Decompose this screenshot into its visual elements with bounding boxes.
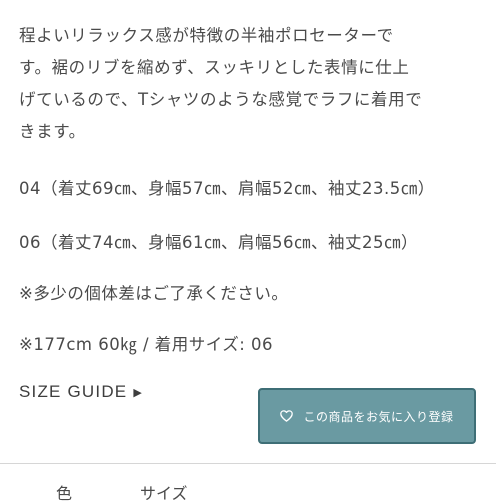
model-info: ※177cm 60㎏ / 着用サイズ: 06 (19, 335, 274, 354)
add-to-favorites-button[interactable]: この商品をお気に入り登録 (258, 388, 476, 444)
description-line: す。裾のリブを縮めず、スッキリとした表情に仕上 (19, 58, 410, 77)
description-line: 程よいリラックス感が特徴の半袖ポロセーターで (19, 26, 394, 45)
size-04-measurements: 04（着丈69㎝、身幅57㎝、肩幅52㎝、袖丈23.5㎝） (19, 179, 435, 198)
play-arrow-icon: ▶ (133, 386, 144, 399)
size-guide-link[interactable]: SIZE GUIDE ▶ (19, 382, 143, 402)
add-to-favorites-label: この商品をお気に入り登録 (303, 409, 454, 424)
product-description: 程よいリラックス感が特徴の半袖ポロセーターで す。裾のリブを縮めず、スッキリとし… (19, 20, 481, 148)
description-line: げているので、Tシャツのような感覚でラフに着用で (19, 90, 423, 109)
size-guide-label: SIZE GUIDE (19, 382, 128, 401)
size-06-measurements: 06（着丈74㎝、身幅61㎝、肩幅56㎝、袖丈25㎝） (19, 233, 418, 252)
section-divider (0, 463, 496, 464)
table-header-color: 色 (56, 484, 73, 503)
individual-difference-note: ※多少の個体差はご了承ください。 (19, 284, 289, 303)
heart-icon (280, 410, 294, 422)
description-line: きます。 (19, 122, 86, 141)
table-header-size: サイズ (140, 484, 188, 503)
